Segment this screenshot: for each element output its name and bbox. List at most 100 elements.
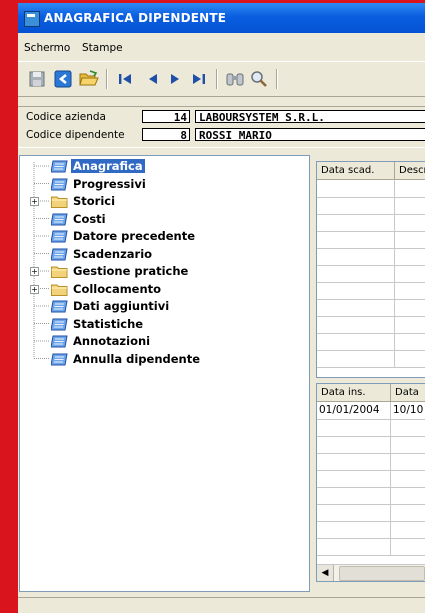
scrollbar-thumb[interactable] xyxy=(339,566,425,581)
table-cell xyxy=(317,350,395,367)
table-cell xyxy=(395,333,425,350)
table-cell xyxy=(391,470,425,487)
table-row[interactable] xyxy=(317,504,425,522)
table-cell xyxy=(391,436,425,453)
menu-stampe[interactable]: Stampe xyxy=(82,42,123,54)
table-row[interactable] xyxy=(317,299,425,317)
table-cell xyxy=(395,299,425,316)
table-cell xyxy=(317,538,391,555)
open-folder-icon[interactable] xyxy=(78,68,100,90)
document-icon xyxy=(50,160,68,176)
tree-item[interactable]: Scadenzario xyxy=(20,246,300,263)
table-cell xyxy=(317,282,395,299)
table-row[interactable] xyxy=(317,333,425,351)
table-cell xyxy=(395,265,425,282)
first-record-icon[interactable] xyxy=(114,68,136,90)
menu-bar: Schermo Stampe xyxy=(18,37,425,59)
table-cell xyxy=(317,419,391,436)
tree-item[interactable]: Annotazioni xyxy=(20,333,300,350)
exit-icon[interactable] xyxy=(52,68,74,90)
title-bar[interactable]: ANAGRAFICA DIPENDENTE xyxy=(18,3,425,33)
horizontal-scrollbar[interactable]: ◀ xyxy=(317,564,425,581)
tree-item-label: Annulla dipendente xyxy=(73,351,201,366)
table-row[interactable] xyxy=(317,214,425,232)
table-row[interactable] xyxy=(317,436,425,454)
expand-icon[interactable]: + xyxy=(30,267,39,276)
table-row[interactable] xyxy=(317,470,425,488)
binoculars-icon[interactable] xyxy=(224,68,246,90)
toolbar-separator xyxy=(276,69,278,89)
tree-item-label: Progressivi xyxy=(73,176,146,191)
tree-item[interactable]: Anagrafica xyxy=(20,158,300,175)
table-cell xyxy=(391,419,425,436)
document-icon xyxy=(50,213,68,229)
employee-code-label: Codice dipendente xyxy=(26,129,125,141)
company-code-label: Codice azienda xyxy=(26,111,106,123)
table-row[interactable] xyxy=(317,521,425,539)
expand-icon[interactable]: + xyxy=(30,284,39,294)
table-row[interactable] xyxy=(317,487,425,505)
next-record-icon[interactable] xyxy=(164,68,186,90)
table-row[interactable] xyxy=(317,453,425,471)
table-cell xyxy=(391,538,425,555)
employee-code-field[interactable]: 8 xyxy=(142,128,190,142)
tree-item[interactable]: + Collocamento xyxy=(20,281,300,298)
deadlines-grid-header: Data scad. Descr xyxy=(317,162,425,180)
search-icon[interactable] xyxy=(248,68,270,90)
table-cell xyxy=(317,265,395,282)
table-row[interactable] xyxy=(317,231,425,249)
table-cell xyxy=(395,214,425,231)
table-row[interactable] xyxy=(317,538,425,556)
table-cell: 01/01/2004 xyxy=(317,402,391,419)
tree-item[interactable]: Progressivi xyxy=(20,176,300,193)
scroll-left-icon[interactable]: ◀ xyxy=(317,565,334,581)
column-header-data-ins[interactable]: Data ins. xyxy=(317,384,391,401)
previous-record-icon[interactable] xyxy=(142,68,164,90)
employee-info-panel: Codice azienda 14 LABOURSYSTEM S.R.L. Co… xyxy=(18,106,425,148)
tree-item[interactable]: + Storici xyxy=(20,193,300,210)
document-icon xyxy=(50,318,68,334)
menu-schermo[interactable]: Schermo xyxy=(24,42,70,54)
company-code-field[interactable]: 14 xyxy=(142,110,190,124)
tree-item[interactable]: Datore precedente xyxy=(20,228,300,245)
table-cell xyxy=(395,316,425,333)
tree-item-label: Scadenzario xyxy=(73,246,153,261)
tree-item[interactable]: Costi xyxy=(20,211,300,228)
tree-item-label: Costi xyxy=(73,211,106,226)
tree-item-label: Dati aggiuntivi xyxy=(73,299,170,313)
table-cell xyxy=(317,316,395,333)
tree-item[interactable]: Annulla dipendente xyxy=(20,351,300,368)
toolbar-separator xyxy=(216,69,218,89)
tree-item[interactable]: Dati aggiuntivi xyxy=(20,298,300,315)
table-cell xyxy=(395,231,425,248)
tree-item-label: Anagrafica xyxy=(71,159,145,173)
deadlines-grid: Data scad. Descr xyxy=(316,161,425,378)
table-row[interactable] xyxy=(317,282,425,300)
tree-item-label: Gestione pratiche xyxy=(73,264,189,278)
table-row[interactable] xyxy=(317,180,425,198)
column-header-data-scad[interactable]: Data scad. xyxy=(317,162,395,179)
table-row[interactable] xyxy=(317,316,425,334)
tree-item[interactable]: + Gestione pratiche xyxy=(20,263,300,280)
table-row[interactable] xyxy=(317,248,425,266)
table-cell xyxy=(317,248,395,265)
table-row[interactable] xyxy=(317,350,425,368)
app-icon xyxy=(24,11,40,27)
column-header-data[interactable]: Data xyxy=(391,384,425,401)
table-row[interactable] xyxy=(317,419,425,437)
last-record-icon[interactable] xyxy=(188,68,210,90)
table-cell xyxy=(317,453,391,470)
expand-icon[interactable]: + xyxy=(30,197,39,206)
table-cell xyxy=(317,231,395,248)
column-header-descr[interactable]: Descr xyxy=(395,162,425,179)
tree-item-label: Datore precedente xyxy=(73,229,196,243)
table-cell xyxy=(395,350,425,367)
table-cell xyxy=(317,487,391,504)
table-row[interactable]: 01/01/2004 10/10 xyxy=(317,402,425,420)
table-row[interactable] xyxy=(317,197,425,215)
document-icon xyxy=(50,335,68,351)
table-row[interactable] xyxy=(317,265,425,283)
table-cell xyxy=(395,197,425,214)
save-icon[interactable] xyxy=(26,68,48,90)
tree-item[interactable]: Statistiche xyxy=(20,316,300,333)
